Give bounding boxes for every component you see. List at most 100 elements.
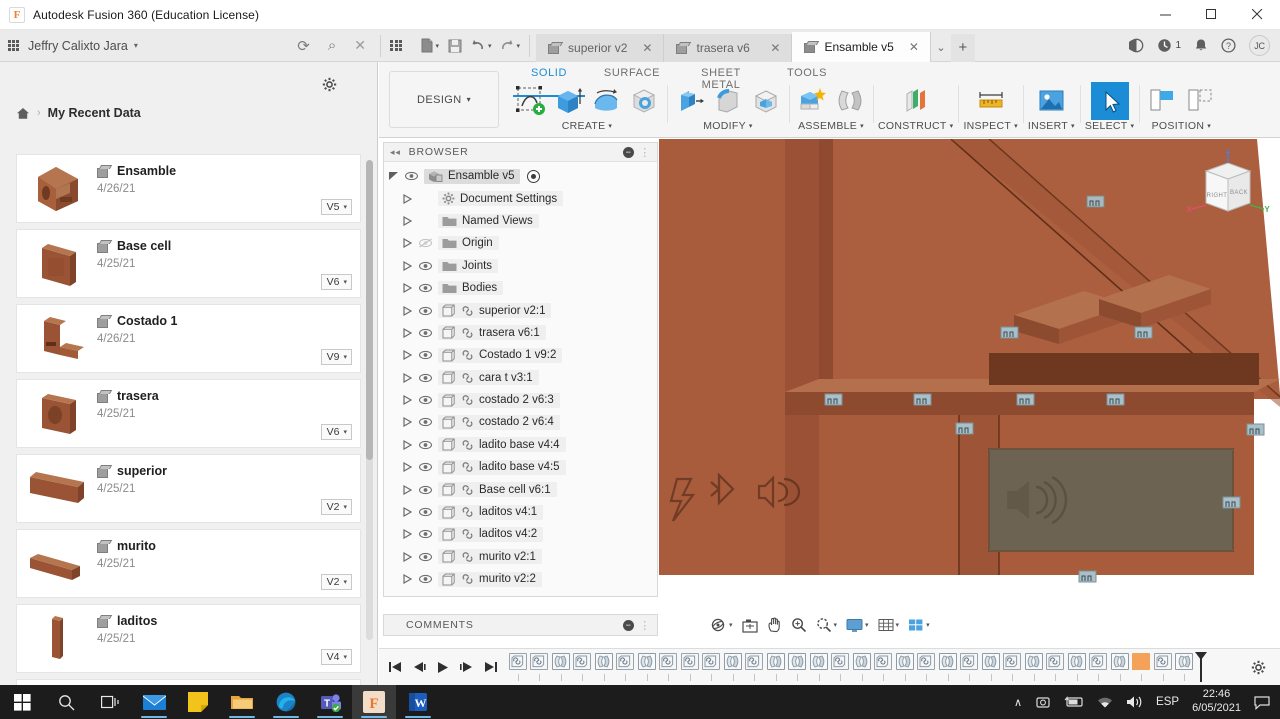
chevron-right-icon[interactable] (402, 372, 415, 383)
timeline-feature-icon[interactable] (702, 653, 721, 670)
word-app-button[interactable]: W (396, 685, 440, 719)
3d-viewport[interactable]: RIGHT BACK Z X Y (659, 139, 1280, 610)
browser-row-label[interactable]: ladito base v4:4 (438, 437, 566, 453)
list-item[interactable]: laditos 4/25/21 V4 ▾ (16, 604, 361, 673)
timeline-feature[interactable] (916, 653, 938, 681)
timeline-feature[interactable] (1109, 653, 1131, 681)
browser-row-label[interactable]: superior v2:1 (438, 303, 552, 319)
workspace-switcher-button[interactable]: DESIGN ▾ (389, 71, 499, 128)
timeline-feature-icon[interactable] (960, 653, 979, 670)
timeline-feature-icon[interactable] (637, 653, 656, 670)
timeline-feature-icon[interactable] (981, 653, 1000, 670)
item-version-badge[interactable]: V2 ▾ (320, 499, 352, 515)
recent-data-list[interactable]: Ensamble 4/26/21 V5 ▾ Base cell 4/25/21 … (0, 154, 377, 685)
timeline-feature[interactable] (787, 653, 809, 681)
edge-browser-app-button[interactable] (264, 685, 308, 719)
user-menu-caret-icon[interactable]: ▾ (134, 41, 138, 50)
shell-icon[interactable] (748, 82, 784, 118)
list-item[interactable]: Costado 1 4/26/21 V9 ▾ (16, 304, 361, 373)
browser-row-document-settings[interactable]: Document Settings (384, 187, 657, 209)
battery-icon[interactable] (1064, 696, 1084, 708)
timeline-feature[interactable] (744, 653, 766, 681)
browser-row-joints[interactable]: Joints (384, 255, 657, 277)
tab-close-icon[interactable]: ✕ (901, 40, 919, 54)
timeline-feature-icon[interactable] (1024, 653, 1043, 670)
browser-row-murito-v2-1[interactable]: murito v2:1 (384, 546, 657, 568)
timeline-feature[interactable] (1131, 653, 1153, 681)
browser-row-label[interactable]: costado 2 v6:3 (438, 392, 560, 408)
timeline-feature[interactable] (1152, 653, 1174, 681)
file-new-icon[interactable]: ▾ (417, 34, 443, 58)
zoom-window-icon[interactable]: ▾ (816, 617, 838, 633)
fusion360-app-button[interactable]: F (352, 685, 396, 719)
timeline-feature[interactable] (937, 653, 959, 681)
timeline-feature-icon[interactable] (852, 653, 871, 670)
timeline-feature[interactable] (894, 653, 916, 681)
browser-row-laditos-v4-1[interactable]: laditos v4:1 (384, 501, 657, 523)
timeline-feature[interactable] (959, 653, 981, 681)
timeline-feature-icon[interactable] (1153, 653, 1172, 670)
browser-row-label[interactable]: Ensamble v5 (424, 168, 521, 184)
chevron-down-icon[interactable]: ▾ (834, 621, 838, 629)
browser-row-label[interactable]: ladito base v4:5 (438, 459, 566, 475)
tab-superior-v2[interactable]: superior v2 ✕ (536, 33, 665, 62)
timeline-feature-icon[interactable] (723, 653, 742, 670)
apps-grid-icon[interactable] (387, 34, 415, 58)
list-item[interactable]: Ensamble 4/26/21 V5 ▾ (16, 154, 361, 223)
chevron-right-icon[interactable] (402, 484, 415, 495)
start-button[interactable] (0, 685, 44, 719)
timeline-feature-icon[interactable] (895, 653, 914, 670)
insert-image-icon[interactable] (1033, 82, 1069, 118)
teams-app-button[interactable]: T (308, 685, 352, 719)
select-cursor-icon[interactable] (1090, 82, 1129, 120)
browser-row-ensamble-v5[interactable]: Ensamble v5 (384, 165, 657, 187)
browser-row-costado-2-v6-4[interactable]: costado 2 v6:4 (384, 411, 657, 433)
chevron-down-icon[interactable]: ▾ (896, 621, 900, 629)
collapse-panel-icon[interactable]: ◂◂ (390, 147, 401, 158)
browser-row-costado-1-v9-2[interactable]: Costado 1 v9:2 (384, 344, 657, 366)
browser-row-ladito-base-v4-4[interactable]: ladito base v4:4 (384, 434, 657, 456)
tab-ensamble-v5[interactable]: Ensamble v5 ✕ (792, 31, 931, 62)
timeline-feature-icon[interactable] (766, 653, 785, 670)
help-globe-icon[interactable] (1129, 38, 1144, 53)
viewports-icon[interactable]: ▾ (908, 618, 930, 633)
task-view-button[interactable] (88, 685, 132, 719)
sticky-notes-app-button[interactable] (176, 685, 220, 719)
timeline-feature[interactable] (1066, 653, 1088, 681)
search-button[interactable] (44, 685, 88, 719)
browser-row-ladito-base-v4-5[interactable]: ladito base v4:5 (384, 456, 657, 478)
comments-panel[interactable]: COMMENTS − ⋮ (383, 614, 658, 636)
timeline-feature-icon[interactable] (938, 653, 957, 670)
chevron-right-icon[interactable] (402, 551, 415, 562)
timeline-feature[interactable] (808, 653, 830, 681)
extrude-icon[interactable] (550, 82, 586, 118)
browser-row-label[interactable]: laditos v4:1 (438, 504, 544, 520)
timeline-track[interactable] (507, 651, 1195, 683)
chevron-right-icon[interactable] (402, 193, 415, 204)
data-panel-settings-gear-icon[interactable] (322, 77, 337, 92)
list-item[interactable]: Base cell 4/25/21 V6 ▾ (16, 229, 361, 298)
browser-row-label[interactable]: murito v2:2 (438, 571, 542, 587)
visibility-eye-icon[interactable] (419, 574, 434, 584)
volume-icon[interactable] (1126, 695, 1143, 709)
timeline-feature[interactable] (1174, 653, 1196, 681)
visibility-eye-icon[interactable] (419, 283, 434, 293)
item-version-badge[interactable]: V2 ▾ (320, 574, 352, 590)
browser-row-costado-2-v6-3[interactable]: costado 2 v6:3 (384, 389, 657, 411)
search-icon[interactable]: ⌕ (328, 37, 336, 54)
modify-group-label[interactable]: MODIFY ▾ (703, 120, 752, 132)
notifications-bell-icon[interactable] (1194, 38, 1208, 53)
chevron-right-icon[interactable] (402, 507, 415, 518)
list-item[interactable]: murito 4/25/21 V2 ▾ (16, 529, 361, 598)
look-at-icon[interactable] (741, 618, 758, 633)
browser-tree[interactable]: Ensamble v5 Document Settings Named Views O… (384, 162, 657, 590)
timeline-feature[interactable] (1045, 653, 1067, 681)
file-explorer-app-button[interactable] (220, 685, 264, 719)
timeline-feature[interactable] (550, 653, 572, 681)
visibility-eye-icon[interactable] (419, 552, 434, 562)
browser-row-label[interactable]: laditos v4:2 (438, 526, 544, 542)
timeline-feature-icon[interactable] (1110, 653, 1129, 670)
chevron-right-icon[interactable] (402, 395, 415, 406)
position-group-label[interactable]: POSITION ▾ (1152, 120, 1211, 132)
timeline-settings-gear-icon[interactable] (1251, 660, 1280, 675)
